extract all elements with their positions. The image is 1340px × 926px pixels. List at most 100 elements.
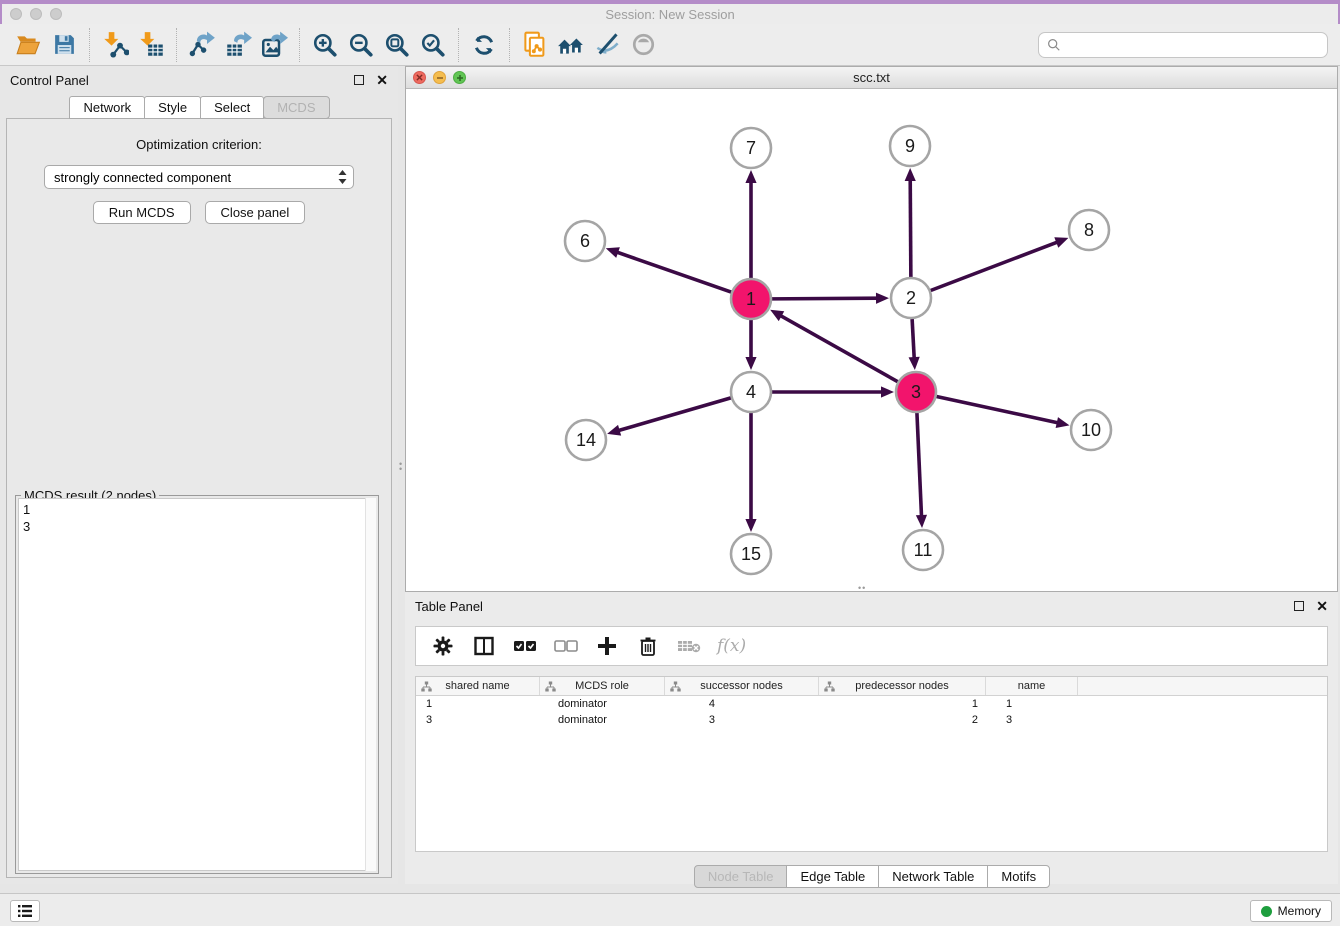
first-neighbors-button[interactable] [553,27,589,63]
show-all-button[interactable] [625,27,661,63]
import-table-button[interactable] [133,27,169,63]
column-header-successor-nodes[interactable]: successor nodes [665,677,819,695]
column-header-name[interactable]: name [986,677,1078,695]
graph-edge-3-11[interactable] [917,413,922,517]
list-icon [17,904,33,918]
graph-edge-4-14[interactable] [618,398,731,431]
table-cell: dominator [540,696,665,712]
trash-icon [639,636,657,657]
function-builder-button[interactable]: f(x) [717,636,746,656]
control-tab-select[interactable]: Select [200,96,264,119]
import-network-button[interactable] [97,27,133,63]
open-session-button[interactable] [10,27,46,63]
refresh-view-button[interactable] [466,27,502,63]
edge-arrowhead [606,247,620,258]
result-scrollbar[interactable] [365,498,376,871]
float-panel-icon[interactable] [354,75,364,85]
search-box[interactable] [1038,32,1328,58]
toolbar-separator [89,28,90,62]
criterion-value: strongly connected component [54,170,338,185]
table-tab-network-table[interactable]: Network Table [878,865,988,888]
node-table[interactable]: shared nameMCDS rolesuccessor nodesprede… [415,676,1328,852]
graph-edge-1-6[interactable] [616,252,731,292]
close-panel-button[interactable]: Close panel [205,201,306,224]
task-history-button[interactable] [10,900,40,922]
eye-disabled-icon [630,31,657,58]
open-folder-icon [15,32,41,58]
network-canvas[interactable]: 7968124314101511 [406,90,1337,591]
unchecked-boxes-icon [554,639,578,653]
export-network-icon [189,31,216,58]
search-icon [1047,38,1061,52]
node-table-body: 1dominator4113dominator323 [416,696,1327,728]
table-tab-node-table[interactable]: Node Table [694,865,788,888]
zoom-in-button[interactable] [307,27,343,63]
mcds-result-groupbox: MCDS result (2 nodes) 1 3 [15,495,379,874]
show-columns-button[interactable] [471,633,497,659]
table-panel-title: Table Panel [415,599,483,614]
refresh-icon [471,32,497,58]
control-tab-style[interactable]: Style [144,96,201,119]
add-column-button[interactable] [594,633,620,659]
toolbar-separator [458,28,459,62]
table-row[interactable]: 1dominator411 [416,696,1327,712]
table-tab-motifs[interactable]: Motifs [987,865,1050,888]
horizontal-splitter-handle[interactable]: •• [858,586,878,591]
zoom-out-button[interactable] [343,27,379,63]
zoom-selected-icon [420,32,446,58]
run-mcds-button[interactable]: Run MCDS [93,201,191,224]
table-cell: 2 [819,712,986,728]
control-tab-mcds[interactable]: MCDS [263,96,329,119]
table-cell: 4 [665,696,819,712]
clone-network-button[interactable] [517,27,553,63]
criterion-dropdown[interactable]: strongly connected component [44,165,354,189]
delete-table-button[interactable] [676,633,702,659]
control-tab-network[interactable]: Network [69,96,145,119]
export-image-button[interactable] [256,27,292,63]
graph-edge-2-9[interactable] [910,179,911,277]
hide-selected-button[interactable] [589,27,625,63]
graph-node-label: 11 [914,540,933,560]
mcds-result-text[interactable]: 1 3 [18,498,376,871]
graph-edge-2-3[interactable] [912,319,914,359]
table-tab-edge-table[interactable]: Edge Table [786,865,879,888]
vertical-splitter-handle[interactable]: •• [399,462,404,482]
table-cell: 3 [665,712,819,728]
unselect-all-button[interactable] [553,633,579,659]
graph-node-label: 3 [911,382,921,402]
column-header-icon [824,681,835,692]
graph-edge-2-8[interactable] [931,242,1059,291]
edge-arrowhead [1056,417,1070,428]
table-settings-button[interactable] [430,633,456,659]
table-panel-header: Table Panel ✕ [405,592,1338,620]
column-header-shared-name[interactable]: shared name [416,677,540,695]
edge-arrowhead [745,170,756,183]
memory-label: Memory [1278,904,1321,918]
search-input[interactable] [1067,37,1319,52]
column-header-predecessor-nodes[interactable]: predecessor nodes [819,677,986,695]
export-network-button[interactable] [184,27,220,63]
dropdown-stepper-icon [338,170,347,184]
save-session-button[interactable] [46,27,82,63]
network-view-window: scc.txt 7968124314101511 [405,66,1338,592]
graph-edge-1-2[interactable] [772,298,878,299]
close-table-panel-icon[interactable]: ✕ [1316,601,1328,611]
graph-edge-3-1[interactable] [780,315,898,381]
zoom-selected-button[interactable] [415,27,451,63]
graph-node-label: 2 [906,288,916,308]
graph-edge-3-10[interactable] [937,396,1059,423]
graph-node-label: 14 [576,430,596,450]
float-table-panel-icon[interactable] [1294,601,1304,611]
memory-button[interactable]: Memory [1250,900,1332,922]
table-cell: 1 [986,696,1078,712]
delete-columns-button[interactable] [635,633,661,659]
close-panel-icon[interactable]: ✕ [376,75,388,85]
select-all-button[interactable] [512,633,538,659]
graph-node-label: 6 [580,231,590,251]
network-window-titlebar[interactable]: scc.txt [406,67,1337,89]
zoom-fit-button[interactable] [379,27,415,63]
column-header-MCDS-role[interactable]: MCDS role [540,677,665,695]
export-image-icon [261,31,288,58]
table-row[interactable]: 3dominator323 [416,712,1327,728]
export-table-button[interactable] [220,27,256,63]
